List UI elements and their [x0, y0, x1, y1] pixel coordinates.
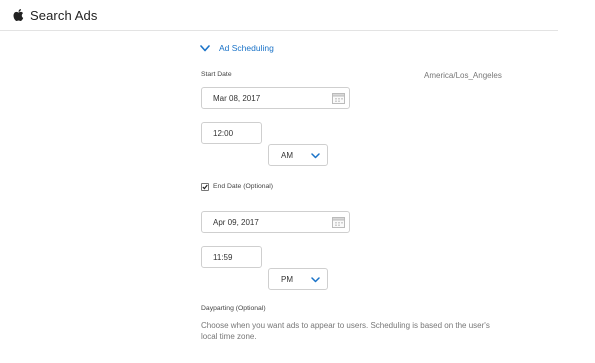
- timezone-label: America/Los_Angeles: [424, 71, 502, 80]
- start-date-value: Mar 08, 2017: [213, 93, 261, 103]
- chevron-down-icon: [311, 277, 320, 283]
- calendar-icon[interactable]: [332, 216, 345, 228]
- app-header: Search Ads: [0, 0, 558, 31]
- app-title: Search Ads: [30, 8, 98, 23]
- end-date-checkbox[interactable]: [201, 183, 209, 191]
- calendar-icon[interactable]: [332, 92, 345, 104]
- end-time-value: 11:59: [213, 252, 233, 262]
- checkmark-icon: [202, 184, 208, 190]
- start-time-value: 12:00: [213, 128, 234, 138]
- end-meridiem-value: PM: [281, 274, 293, 284]
- end-date-label: End Date (Optional): [213, 183, 274, 190]
- dayparting-description: Choose when you want ads to appear to us…: [201, 321, 490, 341]
- ad-scheduling-toggle[interactable]: Ad Scheduling: [200, 40, 274, 56]
- end-meridiem-select[interactable]: PM: [268, 268, 328, 290]
- start-meridiem-select[interactable]: AM: [268, 144, 328, 166]
- dayparting-label: Dayparting (Optional): [201, 305, 266, 312]
- start-date-input[interactable]: Mar 08, 2017: [201, 87, 350, 109]
- end-time-input[interactable]: 11:59: [201, 246, 262, 268]
- section-title: Ad Scheduling: [219, 43, 274, 53]
- end-date-input[interactable]: Apr 09, 2017: [201, 211, 350, 233]
- chevron-down-icon: [311, 153, 320, 159]
- start-date-label: Start Date: [201, 71, 232, 78]
- apple-logo-icon: [13, 9, 24, 22]
- start-meridiem-value: AM: [281, 150, 293, 160]
- chevron-down-icon: [200, 44, 210, 51]
- start-time-input[interactable]: 12:00: [201, 122, 262, 144]
- end-date-value: Apr 09, 2017: [213, 217, 259, 227]
